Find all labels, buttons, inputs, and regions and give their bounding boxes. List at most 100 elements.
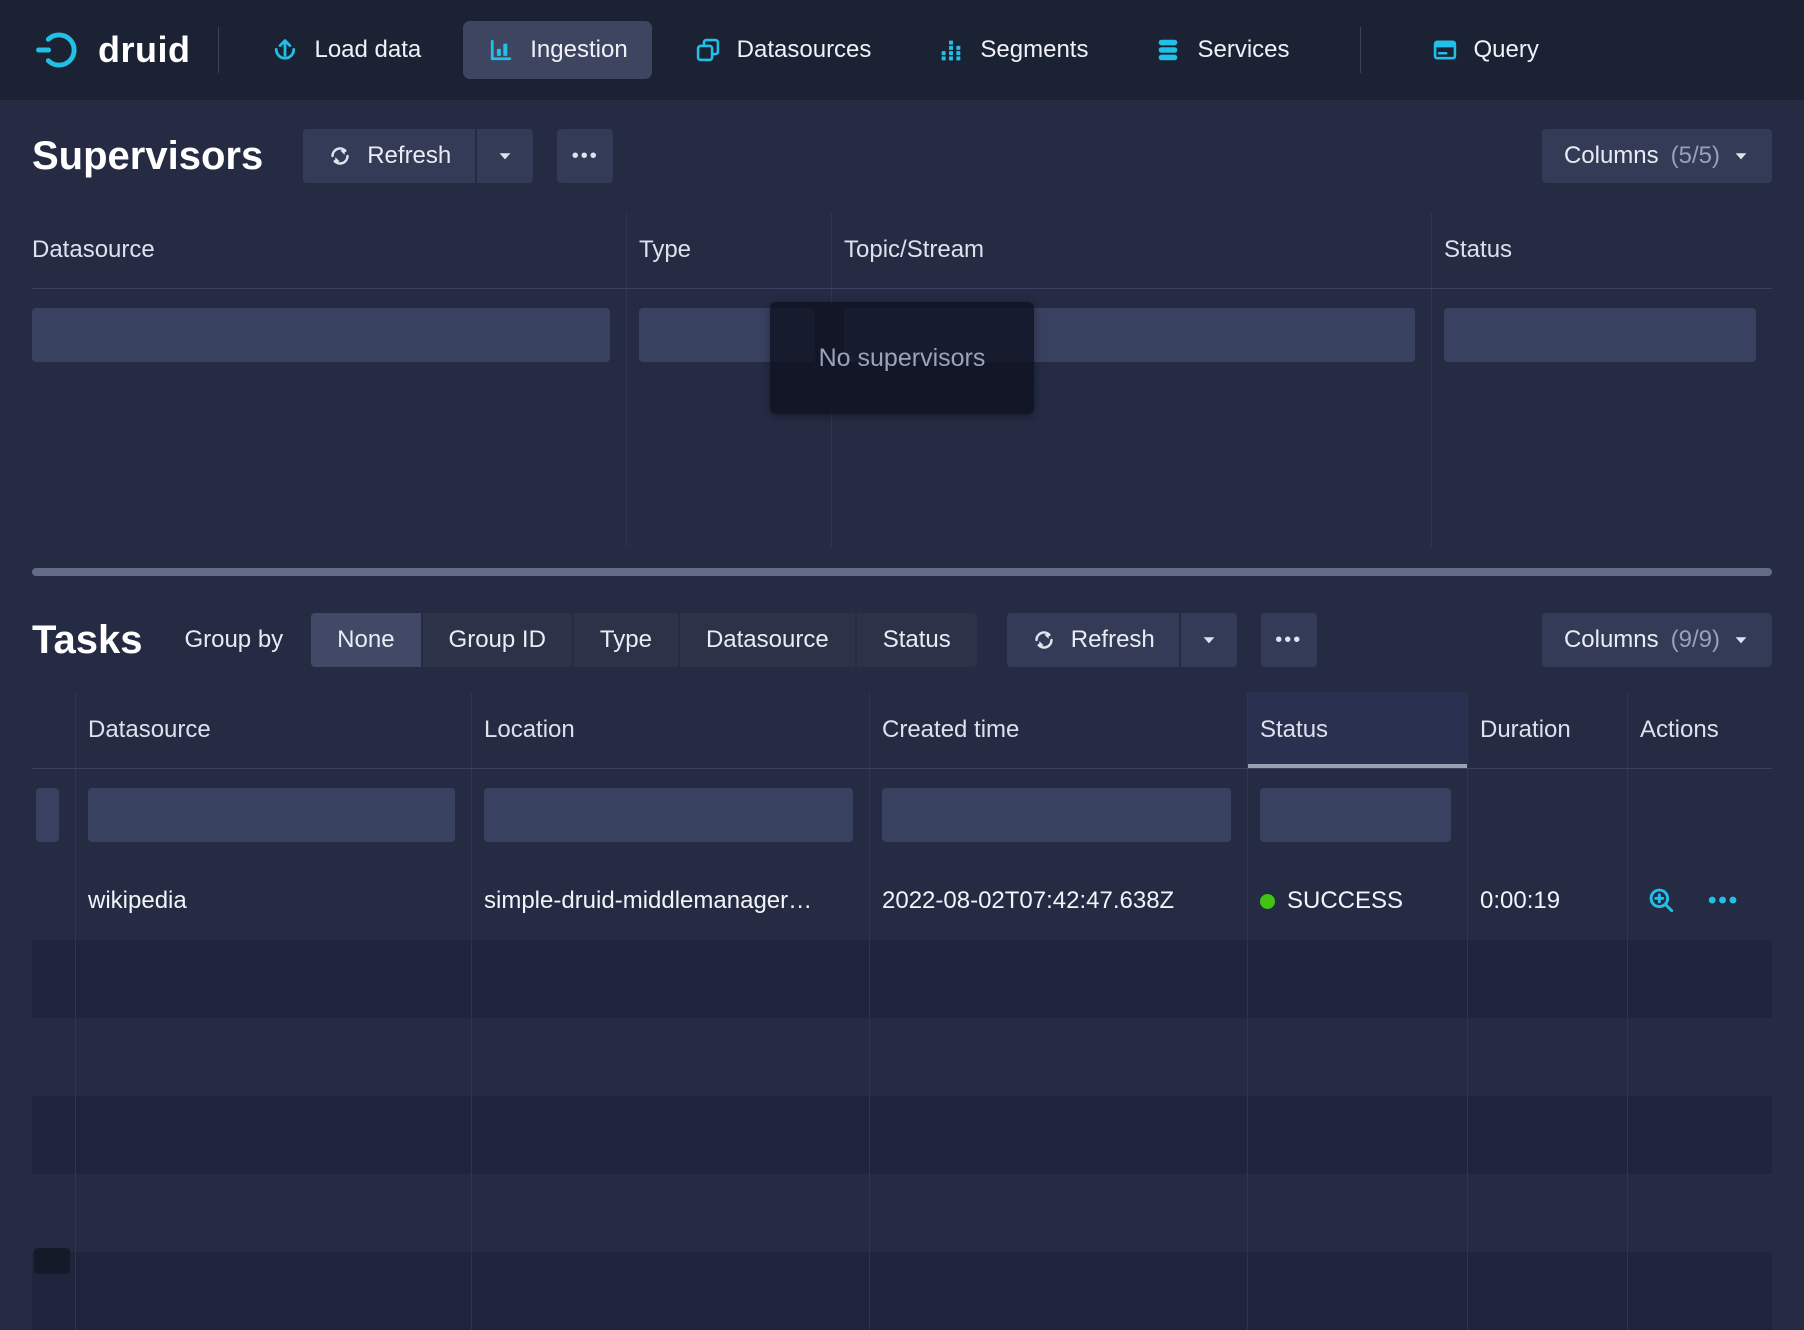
table-cell [1468,1018,1628,1096]
column-header-created-time[interactable]: Created time [870,692,1248,768]
table-cell [32,382,627,464]
nav-item-label: Load data [314,36,421,64]
filter-cell [76,769,472,861]
clipped-filter-input[interactable] [36,788,59,842]
created-time-filter-input[interactable] [882,788,1231,842]
columns-count: (5/5) [1671,142,1720,170]
nav-item-datasources[interactable]: Datasources [670,21,896,79]
column-header-type[interactable]: Type [627,212,832,288]
task-row-wikipedia[interactable]: wikipedia simple-druid-middlemanager… 20… [32,862,1772,940]
nav-item-label: Datasources [737,36,872,64]
supervisors-columns-button[interactable]: Columns (5/5) [1542,129,1772,183]
filter-cell [1628,769,1772,861]
group-by-label: Group by [184,626,283,654]
table-row [32,1096,1772,1174]
table-cell [1468,1096,1628,1174]
nav-item-ingestion[interactable]: Ingestion [463,21,651,79]
column-header-duration[interactable]: Duration [1468,692,1628,768]
column-header-status[interactable]: Status [1432,212,1772,288]
services-icon [1154,36,1182,64]
caret-down-icon [1200,631,1218,649]
top-navbar: druid Load data Ingestion [0,0,1804,100]
nav-item-segments[interactable]: Segments [913,21,1112,79]
tasks-more-button[interactable]: ••• [1261,613,1317,667]
column-header-datasource[interactable]: Datasource [32,212,627,288]
status-filter-input[interactable] [1260,788,1451,842]
filter-cell [32,289,627,381]
table-cell [32,1018,76,1096]
tasks-columns-button[interactable]: Columns (9/9) [1542,613,1772,667]
refresh-button[interactable]: Refresh [1007,613,1179,667]
upload-icon [271,36,299,64]
columns-label: Columns [1564,626,1659,654]
tasks-title: Tasks [32,618,142,663]
table-cell [870,940,1248,1018]
table-cell [1432,465,1772,547]
group-button-status[interactable]: Status [857,613,977,667]
refresh-button[interactable]: Refresh [303,129,475,183]
table-cell [76,1018,472,1096]
table-row [32,1174,1772,1252]
filter-cell [1248,769,1468,861]
columns-label: Columns [1564,142,1659,170]
tasks-table: Datasource Location Created time Status … [32,692,1772,1330]
table-cell [1628,1018,1772,1096]
column-header-datasource[interactable]: Datasource [76,692,472,768]
status-filter-input[interactable] [1444,308,1756,362]
table-cell [1628,1096,1772,1174]
table-cell [76,1174,472,1252]
location-filter-input[interactable] [484,788,853,842]
refresh-interval-button[interactable] [477,129,533,183]
zoom-in-icon[interactable] [1646,885,1678,917]
group-button-group-id[interactable]: Group ID [423,613,572,667]
task-actions-cell: ••• [1628,862,1772,940]
nav-item-label: Query [1474,36,1539,64]
table-cell [76,1096,472,1174]
table-cell [1628,1174,1772,1252]
group-button-datasource[interactable]: Datasource [680,613,855,667]
supervisors-more-button[interactable]: ••• [557,129,613,183]
table-cell [472,940,870,1018]
task-status-cell: SUCCESS [1248,862,1468,940]
group-button-type[interactable]: Type [574,613,678,667]
horizontal-scrollbar[interactable] [32,568,1772,576]
table-cell [32,1096,76,1174]
filter-cell [870,769,1248,861]
refresh-interval-button[interactable] [1181,613,1237,667]
group-by-segmented-control: None Group ID Type Datasource Status [311,613,977,667]
table-cell [472,1252,870,1330]
table-row [32,465,1772,548]
tasks-table-header: Datasource Location Created time Status … [32,692,1772,769]
nav-item-services[interactable]: Services [1130,21,1313,79]
druid-logo-icon [36,30,82,70]
table-cell [1468,940,1628,1018]
nav-item-query[interactable]: Query [1407,21,1563,79]
row-more-icon[interactable]: ••• [1708,887,1739,915]
refresh-icon [1031,627,1057,653]
column-header-topic-stream[interactable]: Topic/Stream [832,212,1432,288]
nav-divider [1360,27,1361,73]
datasource-filter-input[interactable] [32,308,610,362]
column-header-actions[interactable]: Actions [1628,692,1772,768]
table-cell [1468,1174,1628,1252]
scrollbar-corner[interactable] [34,1248,70,1274]
query-icon [1431,36,1459,64]
druid-brand[interactable]: druid [36,29,190,71]
table-cell [32,465,627,547]
table-cell [1248,1018,1468,1096]
table-row [32,1252,1772,1330]
table-cell [627,465,832,547]
supervisors-section: Supervisors Refresh •• [0,100,1804,548]
datasource-filter-input[interactable] [88,788,455,842]
success-status-dot [1260,894,1275,909]
column-header-location[interactable]: Location [472,692,870,768]
table-cell [472,1174,870,1252]
columns-count: (9/9) [1671,626,1720,654]
table-row [32,1018,1772,1096]
group-button-none[interactable]: None [311,613,420,667]
table-cell [870,1096,1248,1174]
nav-item-load-data[interactable]: Load data [247,21,445,79]
tasks-filter-row [32,769,1772,862]
nav-item-label: Ingestion [530,36,627,64]
column-header-status[interactable]: Status [1248,692,1468,768]
